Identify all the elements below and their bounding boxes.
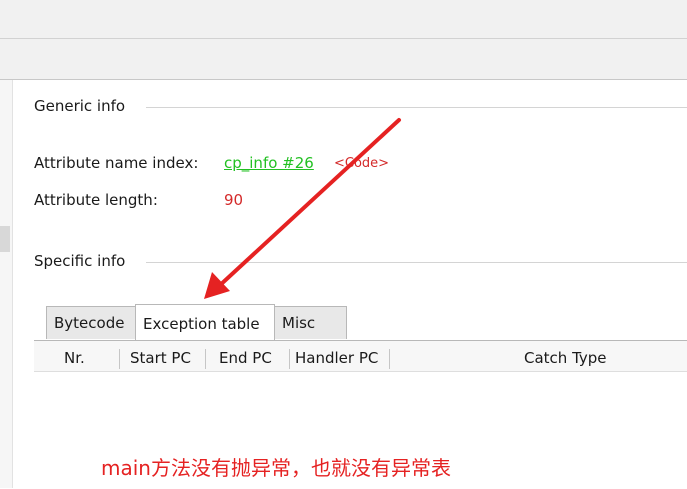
annotation-arrow — [204, 118, 401, 299]
tab-exception-table[interactable]: Exception table — [135, 304, 275, 340]
